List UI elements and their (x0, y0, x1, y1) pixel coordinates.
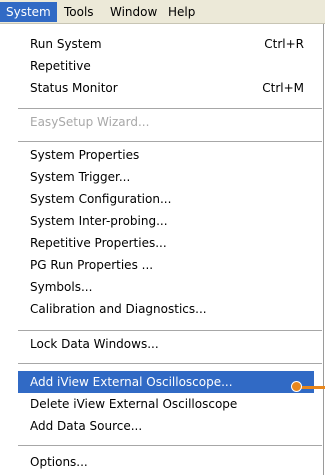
menu-item-options[interactable]: Options... (18, 451, 314, 473)
menu-item-label: Calibration and Diagnostics... (30, 302, 207, 316)
menu-item-label: PG Run Properties ... (30, 258, 154, 272)
menu-item-shortcut: Ctrl+R (264, 37, 304, 51)
menu-item-lock-data-windows[interactable]: Lock Data Windows... (18, 333, 314, 355)
menu-item-label: Repetitive (30, 59, 91, 73)
menu-item-label: Add iView External Oscilloscope... (30, 375, 233, 389)
menu-item-label: Status Monitor (30, 81, 118, 95)
menu-item-pg-run-properties[interactable]: PG Run Properties ... (18, 254, 314, 276)
menu-item-label: Symbols... (30, 280, 93, 294)
menu-item-status-monitor[interactable]: Status Monitor Ctrl+M (18, 77, 314, 99)
menu-item-system-trigger[interactable]: System Trigger... (18, 166, 314, 188)
menu-item-shortcut: Ctrl+M (262, 81, 304, 95)
menu-item-label: Delete iView External Oscilloscope (30, 397, 238, 411)
menu-separator (18, 141, 322, 142)
menu-item-label: System Properties (30, 148, 140, 162)
menu-item-delete-iview-external-oscilloscope[interactable]: Delete iView External Oscilloscope (18, 393, 314, 415)
menu-bar: System Tools Window Help (0, 0, 325, 24)
menu-item-label: System Configuration... (30, 192, 172, 206)
menu-item-label: System Inter-probing... (30, 214, 168, 228)
menu-item-run-system[interactable]: Run System Ctrl+R (18, 33, 314, 55)
menu-item-system-configuration[interactable]: System Configuration... (18, 188, 314, 210)
menu-item-label: EasySetup Wizard... (30, 115, 150, 129)
menu-tools[interactable]: Tools (58, 2, 100, 22)
menu-separator (18, 330, 322, 331)
callout-line (299, 386, 325, 389)
menu-window[interactable]: Window (104, 2, 163, 22)
menu-item-label: System Trigger... (30, 170, 131, 184)
menu-item-add-iview-external-oscilloscope[interactable]: Add iView External Oscilloscope... (18, 371, 314, 393)
system-menu-dropdown: Run System Ctrl+R Repetitive Status Moni… (0, 24, 324, 475)
menu-item-label: Repetitive Properties... (30, 236, 167, 250)
menu-item-label: Run System (30, 37, 102, 51)
application-window: System Tools Window Help Run System Ctrl… (0, 0, 325, 475)
menu-item-label: Lock Data Windows... (30, 337, 159, 351)
menu-item-repetitive-properties[interactable]: Repetitive Properties... (18, 232, 314, 254)
menu-item-label: Add Data Source... (30, 419, 143, 433)
menu-item-symbols[interactable]: Symbols... (18, 276, 314, 298)
menu-separator (18, 108, 322, 109)
menu-item-easysetup-wizard: EasySetup Wizard... (18, 111, 314, 133)
menu-item-repetitive[interactable]: Repetitive (18, 55, 314, 77)
menu-item-label: Options... (30, 455, 88, 469)
menu-item-system-inter-probing[interactable]: System Inter-probing... (18, 210, 314, 232)
menu-separator (18, 445, 322, 446)
callout-marker-icon (291, 381, 302, 392)
menu-item-system-properties[interactable]: System Properties (18, 144, 314, 166)
menu-item-calibration-diagnostics[interactable]: Calibration and Diagnostics... (18, 298, 314, 320)
menu-item-add-data-source[interactable]: Add Data Source... (18, 415, 314, 437)
menu-separator (18, 363, 322, 364)
menu-help[interactable]: Help (162, 2, 201, 22)
menu-system[interactable]: System (0, 2, 57, 22)
